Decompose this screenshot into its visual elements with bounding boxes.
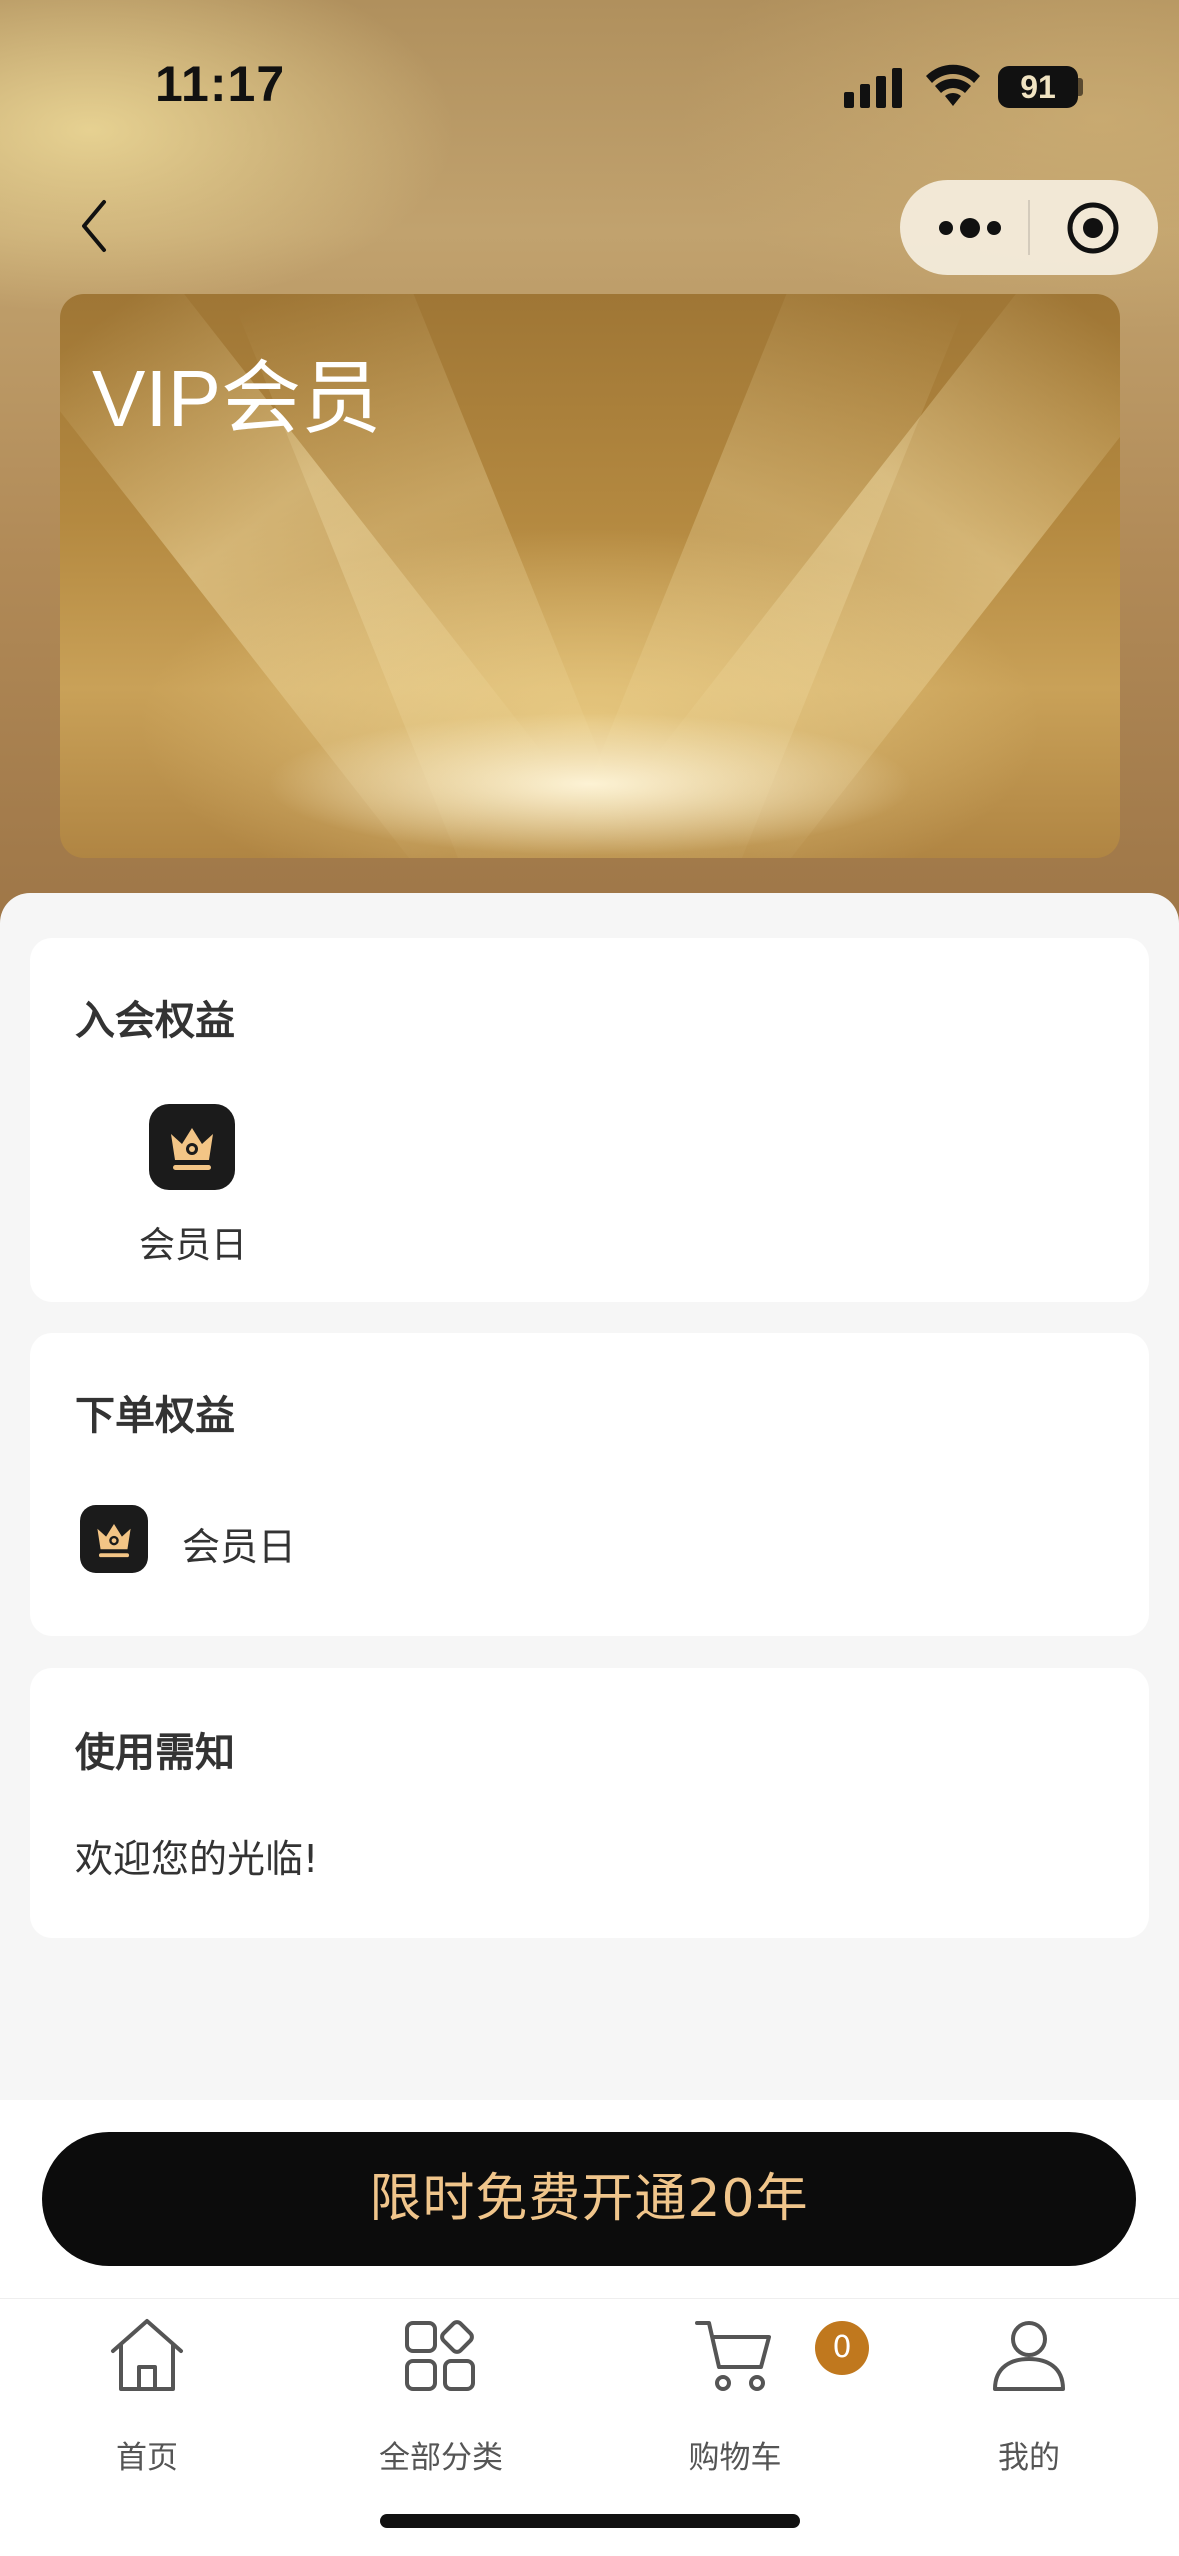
notice-text: 欢迎您的光临! [75, 1837, 319, 1881]
join-benefits-panel: 入会权益 会员日 [30, 938, 1149, 1302]
activate-membership-button[interactable]: 限时免费开通20年 [42, 2132, 1136, 2266]
wifi-icon [926, 64, 980, 106]
cart-badge: 0 [815, 2321, 869, 2375]
crown-icon[interactable] [149, 1104, 235, 1190]
tab-profile-label: 我的 [998, 2440, 1060, 2476]
order-benefits-panel: 下单权益 会员日 [30, 1333, 1149, 1636]
tab-categories-label: 全部分类 [379, 2440, 503, 2476]
notice-panel: 使用需知 欢迎您的光临! [30, 1668, 1149, 1938]
order-benefits-title: 下单权益 [75, 1393, 235, 1439]
status-time: 11:17 [155, 56, 286, 112]
crown-icon [80, 1505, 148, 1573]
more-options-icon[interactable] [936, 208, 1004, 248]
notice-title: 使用需知 [75, 1730, 235, 1776]
tab-categories[interactable]: 全部分类 [294, 2299, 588, 2479]
cart-icon [695, 2321, 771, 2391]
category-icon [405, 2320, 475, 2391]
tab-home-label: 首页 [116, 2440, 178, 2476]
status-bar: 11:17 91 [0, 0, 1179, 150]
battery-tip [1078, 78, 1083, 96]
tab-profile[interactable]: 我的 [882, 2299, 1176, 2479]
tab-home[interactable]: 首页 [0, 2299, 294, 2479]
cellular-signal-icon [844, 68, 902, 108]
close-target-icon[interactable] [1065, 200, 1121, 256]
vip-card-title: VIP会员 [92, 354, 381, 443]
join-benefit-label: 会员日 [138, 1225, 247, 1266]
tab-cart-label: 购物车 [688, 2440, 782, 2476]
home-icon [111, 2319, 183, 2391]
capsule-divider [1028, 200, 1030, 255]
order-benefit-label: 会员日 [182, 1525, 297, 1569]
back-chevron-icon[interactable] [70, 196, 120, 256]
mini-program-capsule [900, 180, 1158, 275]
home-indicator [380, 2514, 800, 2528]
vip-card: VIP会员 [60, 294, 1120, 858]
cta-area: 限时免费开通20年 [0, 2100, 1179, 2300]
user-icon [993, 2321, 1065, 2391]
battery-indicator: 91 [998, 66, 1078, 108]
join-benefits-title: 入会权益 [75, 998, 235, 1044]
content-sheet: 入会权益 会员日 下单权益 会员日 使用需知 欢迎您的光临! [0, 893, 1179, 2103]
